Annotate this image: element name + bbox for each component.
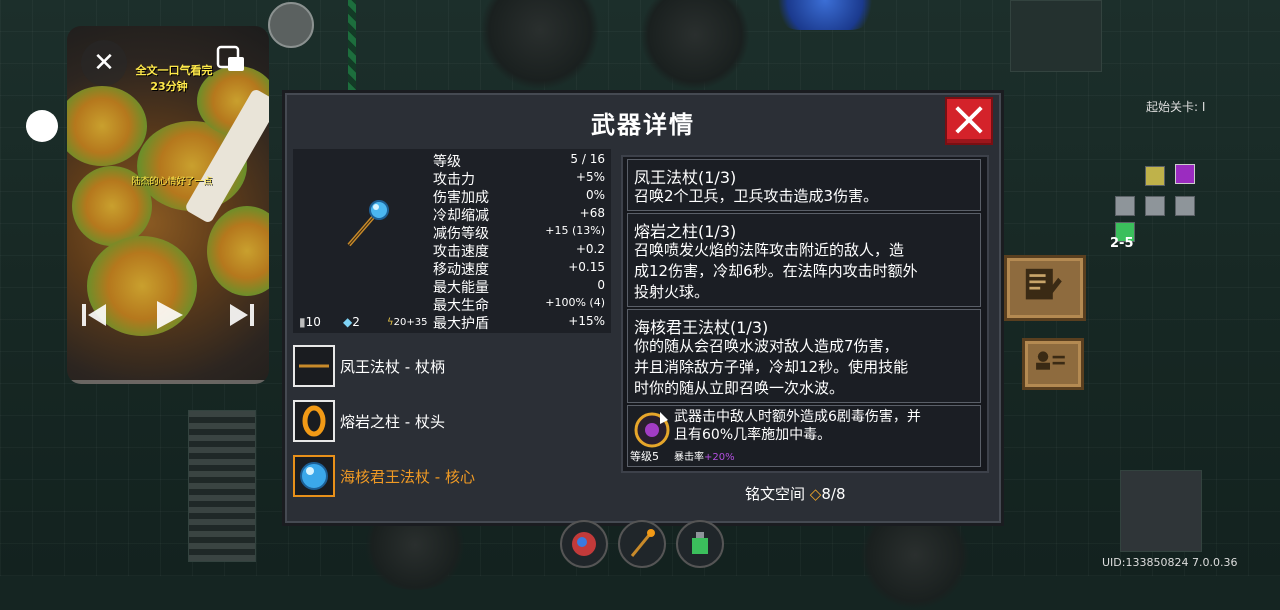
stat-row: 减伤等级 +15 (13%) xyxy=(433,224,605,242)
entry-text: 成12伤害，冷却6秒。在法阵内攻击时额外 xyxy=(634,262,918,280)
notes-button[interactable] xyxy=(1004,255,1086,321)
entry-text: 投射火球。 xyxy=(634,283,710,301)
stats-panel: 等级 5 / 16 攻击力 +5% 伤害加成 0% 冷却缩减 +68 减伤等级 +15 (… xyxy=(293,149,611,333)
profile-card-button[interactable] xyxy=(1022,338,1084,390)
previous-icon[interactable] xyxy=(79,300,109,330)
weapon-details-dialog: 武器详情 等级 5 / 16 攻击力 +5% 伤害加成 0% 冷却缩减 +68 减伤等级… xyxy=(282,90,1004,526)
rune-entry[interactable]: 武器击中敌人时额外造成6剧毒伤害，并 且有60%几率施加中毒。 等级5 暴击率+… xyxy=(627,405,981,467)
entry-text: 时你的随从立即召唤一次水波。 xyxy=(634,379,845,397)
background-wall xyxy=(1010,0,1102,72)
hazard-stripe xyxy=(348,0,356,90)
rune-space-label: 铭文空间 xyxy=(745,485,806,503)
food-item xyxy=(207,206,269,296)
floating-dot[interactable] xyxy=(26,110,58,142)
stat-row: 攻击速度 +0.2 xyxy=(433,242,605,260)
entry-text: 召唤2个卫兵，卫兵攻击造成3伤害。 xyxy=(634,187,879,205)
map-node xyxy=(1145,166,1165,186)
damage-stat: ▮10 xyxy=(299,315,321,329)
id-card-icon xyxy=(1036,351,1065,370)
rune-diamond-icon: ◇ xyxy=(809,485,822,503)
potion-slot-button[interactable] xyxy=(676,520,724,568)
stat-row: 移动速度 +0.15 xyxy=(433,260,605,278)
set-effects-panel: 凤王法杖(1/3) 召唤2个卫兵，卫兵攻击造成3伤害。 熔岩之柱(1/3) 召唤… xyxy=(621,155,989,473)
stat-row: 冷却缩减 +68 xyxy=(433,206,605,224)
ocean-orb-icon xyxy=(293,455,335,497)
entry-title: 熔岩之柱(1/3) xyxy=(634,222,737,241)
video-subtitle: 陆杰的心情好了一点 xyxy=(131,177,213,187)
map-node xyxy=(1175,164,1195,184)
video-progress-bar[interactable] xyxy=(67,380,269,384)
food-item xyxy=(67,86,147,166)
notes-edit-icon xyxy=(1025,268,1062,300)
character-skill-button[interactable] xyxy=(560,520,608,568)
stat-row: 最大护盾 +15% xyxy=(433,314,605,332)
minimap-stage-label: 2-5 xyxy=(1110,236,1134,251)
part-core[interactable]: 海核君王法杖 - 核心 xyxy=(293,455,593,501)
entry-text: 并且消除敌方子弹，冷却12秒。使用技能 xyxy=(634,358,909,376)
stat-row: 伤害加成 0% xyxy=(433,188,605,206)
map-node xyxy=(1115,196,1135,216)
stat-row: 等级 5 / 16 xyxy=(433,152,605,170)
part-label: 熔岩之柱 - 杖头 xyxy=(340,413,445,431)
close-button[interactable] xyxy=(945,97,993,145)
entry-title: 凤王法杖(1/3) xyxy=(634,168,737,187)
potion-icon xyxy=(692,532,708,554)
rune-crit: 暴击率+20% xyxy=(674,452,735,463)
next-icon[interactable] xyxy=(227,300,257,330)
play-icon[interactable] xyxy=(151,298,185,332)
stat-row: 最大能量 0 xyxy=(433,278,605,296)
video-caption-duration: 23分钟 xyxy=(150,80,188,93)
map-node xyxy=(1175,196,1195,216)
energy-stat: ◆2 xyxy=(343,315,360,329)
video-pip-window[interactable]: ✕ 全文一口气看完 23分钟 陆杰的心情好了一点 xyxy=(67,26,269,384)
character-icon xyxy=(572,532,596,556)
uid-label: UID:133850824 7.0.0.36 xyxy=(1102,556,1238,569)
part-label: 凤王法杖 - 杖柄 xyxy=(340,358,445,376)
background-vent xyxy=(188,410,256,562)
map-node xyxy=(1145,196,1165,216)
staff-slot-icon xyxy=(630,529,655,557)
rune-text: 且有60%几率施加中毒。 xyxy=(674,427,832,443)
staff-handle-icon xyxy=(293,345,335,387)
rune-icon xyxy=(634,412,670,448)
entry-title: 海核君王法杖(1/3) xyxy=(634,318,769,337)
entry-text: 召唤喷发火焰的法阵攻击附近的敌人，造 xyxy=(634,241,905,259)
crit-stat: ϟ20+35 xyxy=(387,317,428,328)
part-label: 海核君王法杖 - 核心 xyxy=(340,468,475,486)
rune-space: 铭文空间 ◇8/8 xyxy=(745,483,845,504)
video-caption-title: 全文一口气看完 xyxy=(135,64,213,77)
rune-text: 武器击中敌人时额外造成6剧毒伤害，并 xyxy=(674,409,921,425)
part-handle[interactable]: 凤王法杖 - 杖柄 xyxy=(293,345,593,391)
part-head[interactable]: 熔岩之柱 - 杖头 xyxy=(293,400,593,446)
close-icon xyxy=(955,106,983,134)
rune-level: 等级5 xyxy=(630,450,659,463)
weapon-slot-button[interactable] xyxy=(618,520,666,568)
set-entry: 熔岩之柱(1/3) 召唤喷发火焰的法阵攻击附近的敌人，造 成12伤害，冷却6秒。… xyxy=(627,213,981,307)
set-entry: 凤王法杖(1/3) 召唤2个卫兵，卫兵攻击造成3伤害。 xyxy=(627,159,981,211)
crit-icon: ϟ xyxy=(387,317,394,328)
stat-row: 攻击力 +5% xyxy=(433,170,605,188)
stat-row: 最大生命 +100% (4) xyxy=(433,296,605,314)
sword-icon: ▮ xyxy=(299,315,306,329)
portal-glow xyxy=(770,0,880,30)
energy-icon: ◆ xyxy=(343,315,353,329)
staff-weapon-icon xyxy=(347,200,389,247)
rune-space-value: 8/8 xyxy=(821,485,846,503)
start-level-label: 起始关卡: I xyxy=(1146,100,1206,114)
set-entry: 海核君王法杖(1/3) 你的随从会召唤水波对敌人造成7伤害， 并且消除敌方子弹，… xyxy=(627,309,981,403)
dialog-title: 武器详情 xyxy=(591,111,695,139)
background-machine xyxy=(1120,470,1202,552)
floating-button[interactable] xyxy=(268,2,314,48)
entry-text: 你的随从会召唤水波对敌人造成7伤害， xyxy=(634,337,899,355)
lava-ring-icon xyxy=(293,400,335,442)
